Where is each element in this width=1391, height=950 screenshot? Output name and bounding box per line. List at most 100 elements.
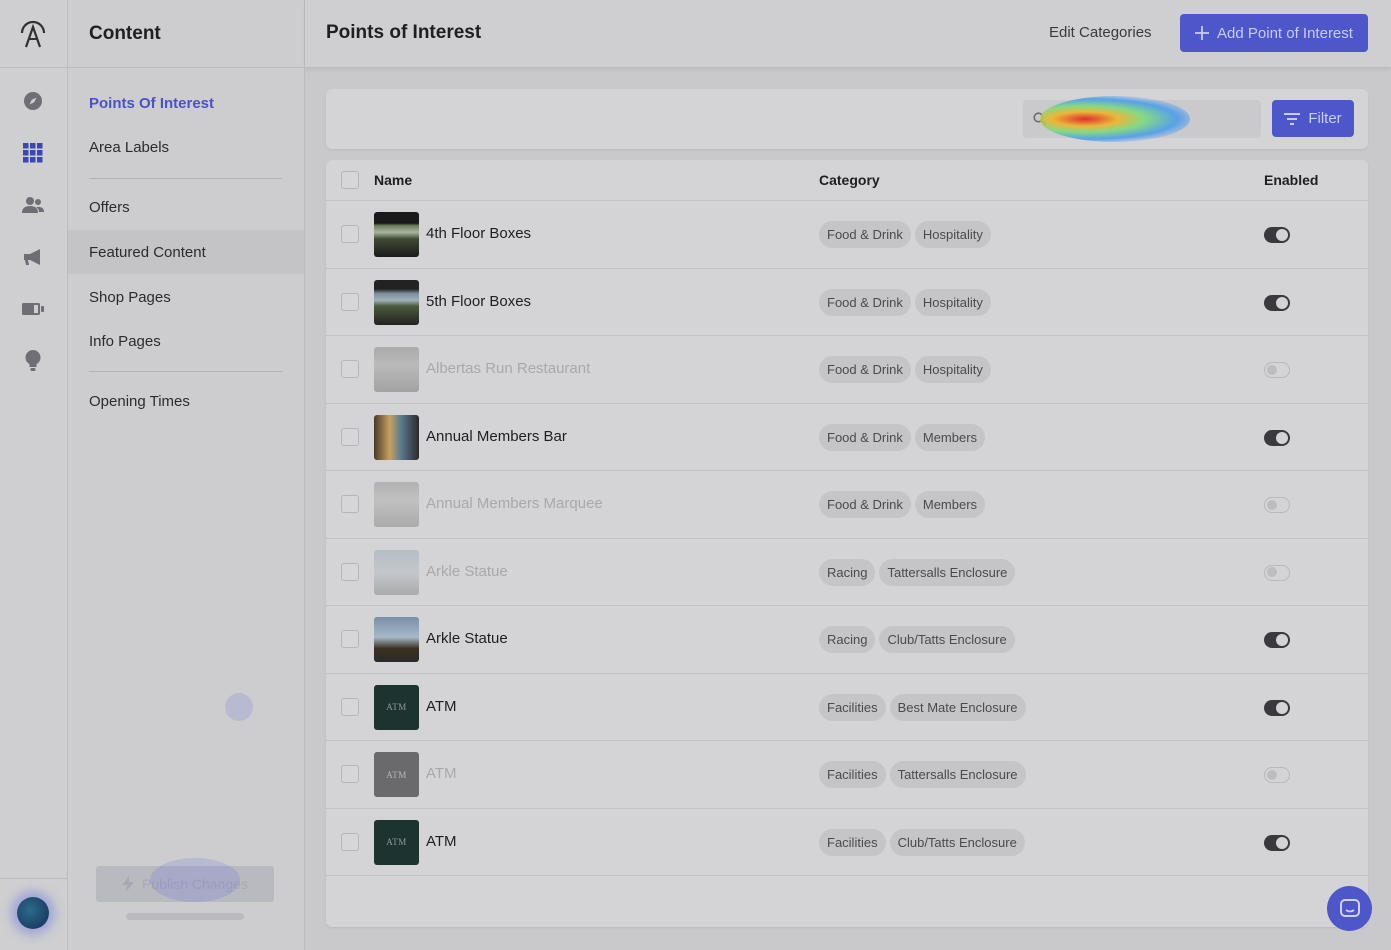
row-checkbox[interactable] xyxy=(341,832,359,851)
table-row[interactable]: 4th Floor Boxes Food & Drink Hospitality xyxy=(326,201,1368,269)
poi-name[interactable]: Annual Members Bar xyxy=(426,428,567,445)
row-checkbox[interactable] xyxy=(341,495,359,513)
column-header-name[interactable]: Name xyxy=(374,172,412,188)
enabled-toggle[interactable] xyxy=(1264,294,1290,311)
sidebar-item-offers[interactable]: Offers xyxy=(68,185,304,229)
poi-thumbnail xyxy=(374,212,419,257)
table-row[interactable]: ATM ATM Facilities Tattersalls Enclosure xyxy=(326,741,1368,809)
category-tag: Food & Drink xyxy=(819,356,911,383)
category-tag: Hospitality xyxy=(914,288,991,316)
grid-icon[interactable] xyxy=(22,142,44,164)
plus-icon xyxy=(1195,26,1210,40)
category-tags: Racing Tattersalls Enclosure xyxy=(819,558,1016,586)
search-panel: Filter xyxy=(326,89,1368,149)
category-tag: Facilities xyxy=(819,828,886,856)
rail-divider xyxy=(0,878,68,879)
sidebar-item-info-pages[interactable]: Info Pages xyxy=(68,319,304,363)
category-tags: Food & Drink Members xyxy=(819,491,986,518)
row-checkbox[interactable] xyxy=(341,292,359,311)
enabled-toggle[interactable] xyxy=(1264,834,1290,851)
filter-button[interactable]: Filter xyxy=(1272,100,1354,137)
poi-name[interactable]: ATM xyxy=(426,698,457,715)
row-checkbox[interactable] xyxy=(341,562,359,581)
edit-categories-link[interactable]: Edit Categories xyxy=(1049,24,1152,41)
column-header-category[interactable]: Category xyxy=(819,172,880,188)
poi-name[interactable]: Arkle Statue xyxy=(426,630,508,647)
enabled-toggle[interactable] xyxy=(1264,227,1290,243)
search-input[interactable] xyxy=(1055,111,1245,127)
search-box[interactable] xyxy=(1023,100,1261,138)
sidebar-item-opening-times[interactable]: Opening Times xyxy=(68,379,304,423)
app-logo-icon[interactable] xyxy=(19,17,47,49)
enabled-toggle[interactable] xyxy=(1264,632,1290,648)
category-tags: Food & Drink Hospitality xyxy=(819,221,991,248)
users-icon[interactable] xyxy=(22,194,44,216)
poi-name[interactable]: 4th Floor Boxes xyxy=(426,225,531,242)
avatar[interactable] xyxy=(17,897,49,929)
category-tag: Club/Tatts Enclosure xyxy=(879,626,1015,653)
content-sidebar: Content Points Of Interest Area Labels O… xyxy=(68,0,305,950)
enabled-toggle[interactable] xyxy=(1264,564,1290,581)
poi-name[interactable]: Annual Members Marquee xyxy=(426,495,603,512)
table-row[interactable]: Arkle Statue Racing Tattersalls Enclosure xyxy=(326,539,1368,606)
row-checkbox[interactable] xyxy=(341,697,359,716)
category-tags: Food & Drink Hospitality xyxy=(819,356,991,383)
poi-name[interactable]: ATM xyxy=(426,833,457,850)
lightbulb-icon[interactable] xyxy=(22,350,44,372)
poi-name[interactable]: ATM xyxy=(426,765,457,782)
category-tag: Members xyxy=(914,491,986,518)
category-tags: Racing Club/Tatts Enclosure xyxy=(819,626,1015,653)
row-checkbox[interactable] xyxy=(341,630,359,648)
battery-icon[interactable] xyxy=(22,298,44,320)
category-tag: Members xyxy=(914,423,986,451)
sidebar-item-shop-pages[interactable]: Shop Pages xyxy=(68,275,304,319)
megaphone-icon[interactable] xyxy=(22,246,44,268)
filter-icon xyxy=(1284,112,1301,125)
poi-name[interactable]: Albertas Run Restaurant xyxy=(426,360,590,377)
add-button-label: Add Point of Interest xyxy=(1217,24,1353,42)
category-tags: Facilities Tattersalls Enclosure xyxy=(819,761,1026,788)
enabled-toggle[interactable] xyxy=(1264,767,1290,783)
sidebar-item-area-labels[interactable]: Area Labels xyxy=(68,125,304,169)
poi-thumbnail: ATM xyxy=(374,684,419,730)
column-header-enabled[interactable]: Enabled xyxy=(1264,172,1318,188)
row-checkbox[interactable] xyxy=(341,225,359,243)
table-row[interactable]: 5th Floor Boxes Food & Drink Hospitality xyxy=(326,269,1368,336)
poi-thumbnail xyxy=(374,414,419,460)
table-row[interactable]: ATM ATM Facilities Best Mate Enclosure xyxy=(326,674,1368,741)
category-tag: Tattersalls Enclosure xyxy=(879,558,1016,586)
publish-label: Publish Changes xyxy=(142,876,248,892)
sidebar-item-points-of-interest[interactable]: Points Of Interest xyxy=(68,81,304,125)
table-row[interactable]: Annual Members Bar Food & Drink Members xyxy=(326,404,1368,471)
table-row[interactable]: Arkle Statue Racing Club/Tatts Enclosure xyxy=(326,606,1368,674)
poi-table: Name Category Enabled 4th Floor Boxes Foo… xyxy=(326,160,1368,927)
enabled-toggle[interactable] xyxy=(1264,497,1290,513)
chat-button[interactable] xyxy=(1327,886,1372,931)
row-checkbox[interactable] xyxy=(341,765,359,783)
category-tag: Best Mate Enclosure xyxy=(889,693,1026,721)
row-checkbox[interactable] xyxy=(341,427,359,446)
publish-changes-button[interactable]: Publish Changes xyxy=(96,866,274,902)
poi-thumbnail: ATM xyxy=(374,819,419,865)
page-header: Points of Interest Edit Categories Add P… xyxy=(305,0,1391,68)
add-point-of-interest-button[interactable]: Add Point of Interest xyxy=(1180,14,1368,52)
poi-thumbnail xyxy=(374,482,419,527)
poi-name[interactable]: Arkle Statue xyxy=(426,563,508,580)
enabled-toggle[interactable] xyxy=(1264,699,1290,716)
poi-thumbnail xyxy=(374,617,419,662)
category-tag: Facilities xyxy=(819,693,886,721)
poi-name[interactable]: 5th Floor Boxes xyxy=(426,293,531,310)
icon-rail xyxy=(0,0,68,950)
row-checkbox[interactable] xyxy=(341,360,359,378)
lightning-icon xyxy=(122,876,135,892)
table-row[interactable]: Albertas Run Restaurant Food & Drink Hospi… xyxy=(326,336,1368,404)
category-tag: Hospitality xyxy=(914,221,991,248)
explore-icon[interactable] xyxy=(22,90,44,112)
enabled-toggle[interactable] xyxy=(1264,362,1290,378)
sidebar-item-featured-content[interactable]: Featured Content xyxy=(68,230,304,274)
table-row[interactable]: ATM ATM Facilities Club/Tatts Enclosure xyxy=(326,809,1368,876)
select-all-checkbox[interactable] xyxy=(341,171,359,189)
enabled-toggle[interactable] xyxy=(1264,429,1290,446)
category-tags: Food & Drink Hospitality xyxy=(819,288,991,316)
table-row[interactable]: Annual Members Marquee Food & Drink Member… xyxy=(326,471,1368,539)
